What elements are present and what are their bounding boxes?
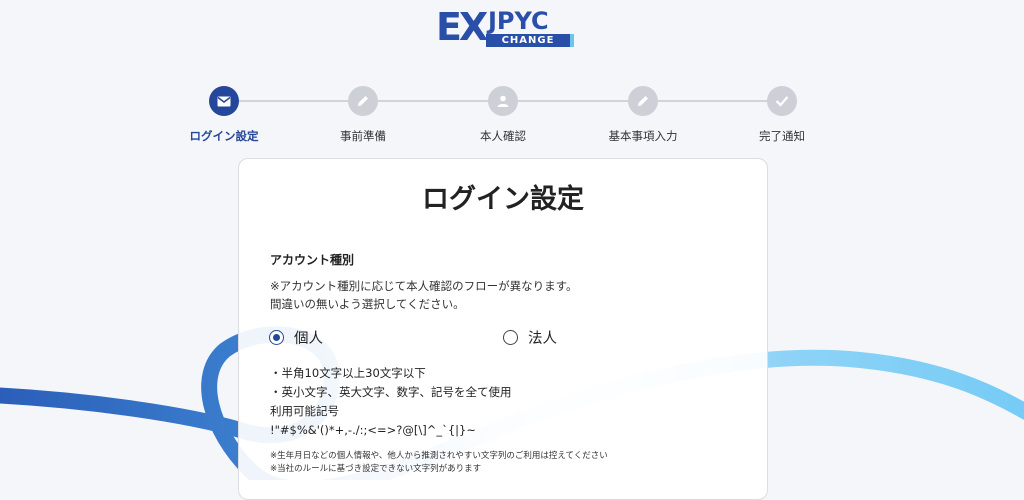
logo-change-text: CHANGE: [486, 34, 574, 47]
account-note-line: 間違いの無いよう選択してください。: [270, 297, 465, 311]
page-title: ログイン設定: [422, 184, 584, 215]
person-icon: [488, 86, 518, 116]
radio-corporate[interactable]: [503, 330, 518, 345]
step-label: 本人確認: [480, 129, 526, 143]
radio-label-individual: 個人: [294, 331, 323, 347]
note-line: ※当社のルールに基づき設定できない文字列があります: [270, 464, 482, 474]
step-label: 基本事項入力: [608, 129, 678, 143]
login-settings-card: ログイン設定 アカウント種別 ※アカウント種別に応じて本人確認のフローが異なりま…: [238, 158, 768, 500]
account-type-label: アカウント種別: [270, 253, 355, 267]
pencil-icon: [348, 86, 378, 116]
step-login-settings: ログイン設定: [154, 84, 294, 144]
note-line: ※生年月日などの個人情報や、他人から推測されやすい文字列のご利用は控えてください: [270, 451, 608, 461]
password-notes: ※生年月日などの個人情報や、他人から推測されやすい文字列のご利用は控えてください…: [270, 450, 608, 476]
step-label: 完了通知: [759, 129, 805, 143]
check-icon: [767, 86, 797, 116]
rule-line: ・英小文字、英大文字、数字、記号を全て使用: [270, 385, 512, 399]
step-preparation: 事前準備: [293, 84, 433, 144]
progress-stepper: ログイン設定 事前準備 本人確認 基本事項入力 完了通知: [0, 84, 1024, 154]
exjpyc-logo[interactable]: EX JPYC CHANGE: [436, 5, 574, 49]
rule-line: 利用可能記号: [270, 404, 339, 418]
radio-individual[interactable]: [269, 330, 284, 345]
rule-line: ・半角10文字以上30文字以下: [270, 366, 426, 380]
account-note-line: ※アカウント種別に応じて本人確認のフローが異なります。: [270, 279, 578, 293]
logo-jpyc-text: JPYC: [488, 7, 549, 35]
radio-label-corporate: 法人: [528, 331, 557, 347]
password-rules: ・半角10文字以上30文字以下 ・英小文字、英大文字、数字、記号を全て使用 利用…: [270, 364, 512, 440]
account-type-individual-option[interactable]: 個人: [269, 327, 323, 348]
pencil-icon: [628, 86, 658, 116]
envelope-icon: [209, 86, 239, 116]
step-identity-verification: 本人確認: [433, 84, 573, 144]
step-basic-info-input: 基本事項入力: [573, 84, 713, 144]
step-label: 事前準備: [340, 129, 386, 143]
logo-ex-text: EX: [436, 5, 488, 49]
step-completion-notice: 完了通知: [712, 84, 852, 144]
account-type-note: ※アカウント種別に応じて本人確認のフローが異なります。 間違いの無いよう選択して…: [270, 277, 577, 313]
account-type-corporate-option[interactable]: 法人: [503, 327, 557, 348]
allowed-symbols: !"#$%&'()*+,-./:;<=>?@[\]^_`{|}~: [270, 423, 476, 437]
step-label: ログイン設定: [189, 129, 259, 143]
